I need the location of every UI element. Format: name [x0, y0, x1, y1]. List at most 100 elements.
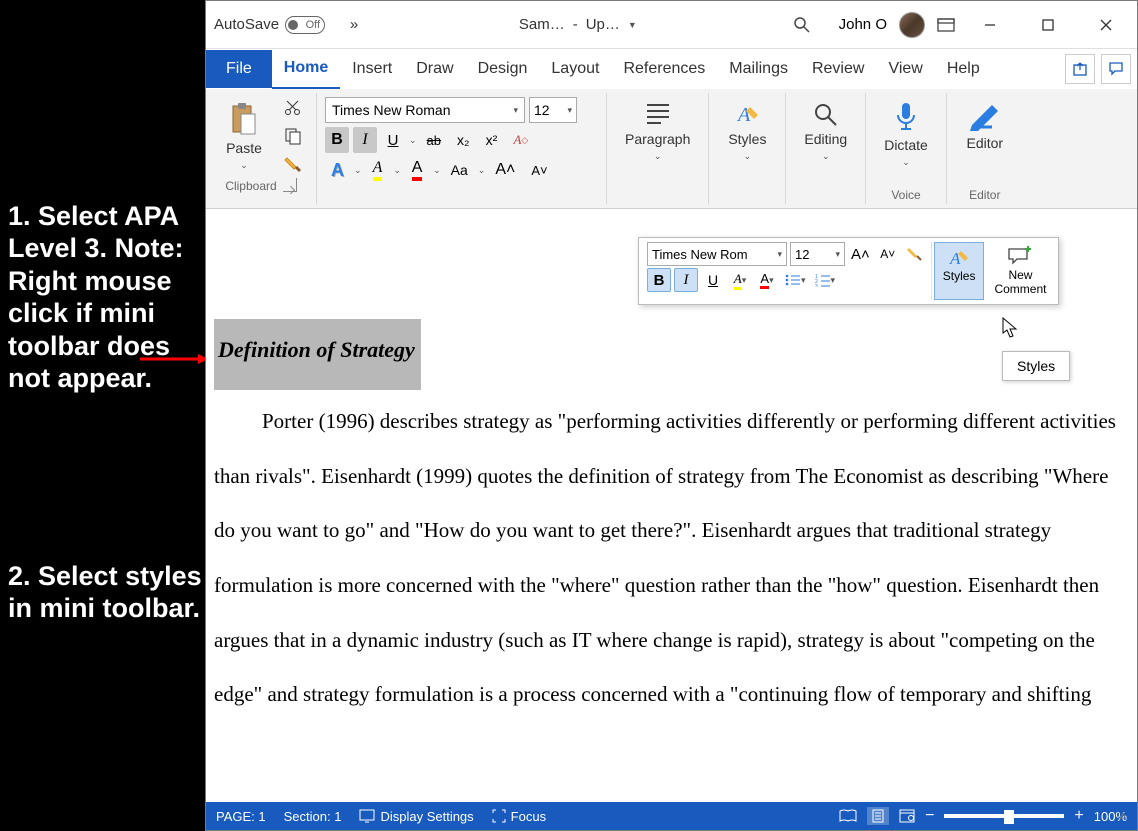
arrow-icon — [140, 354, 208, 364]
zoom-out-button[interactable]: − — [925, 807, 934, 825]
title-bar: AutoSave Off » Sam… - Up… ▼ John O — [206, 1, 1137, 49]
strike-button[interactable]: ab — [421, 127, 447, 153]
mini-styles-button[interactable]: A Styles — [934, 242, 985, 300]
grow-font-button[interactable]: A˄ — [489, 157, 521, 183]
mini-bold[interactable]: B — [647, 268, 671, 292]
tab-mailings[interactable]: Mailings — [717, 50, 800, 88]
mini-grow-font[interactable]: A˄ — [848, 242, 873, 266]
document-title[interactable]: Sam… - Up… ▼ — [371, 16, 785, 33]
clipboard-launcher[interactable] — [283, 178, 297, 192]
chevron-down-icon: ⌄ — [822, 151, 830, 162]
web-layout-button[interactable] — [899, 809, 915, 823]
zoom-slider[interactable] — [944, 814, 1064, 818]
read-mode-button[interactable] — [839, 809, 857, 823]
document-content: Definition of Strategy Porter (1996) des… — [214, 319, 1129, 722]
close-button[interactable] — [1083, 9, 1129, 41]
instruction-step-2: 2. Select styles in mini toolbar. — [8, 560, 203, 625]
dictate-button[interactable]: Dictate ⌄ — [874, 95, 938, 174]
group-clipboard: Paste ⌄ Clipboard — [206, 93, 317, 204]
text-effects-button[interactable]: A — [325, 157, 350, 183]
highlight-button[interactable]: A — [366, 157, 390, 183]
cut-button[interactable] — [278, 95, 308, 121]
avatar[interactable] — [899, 12, 925, 38]
shrink-font-button[interactable]: A˅ — [525, 157, 553, 183]
subscript-button[interactable]: x₂ — [451, 127, 475, 153]
tab-insert[interactable]: Insert — [340, 50, 404, 88]
display-icon — [359, 809, 375, 823]
editing-button[interactable]: Editing ⌄ — [794, 95, 857, 168]
copy-button[interactable] — [278, 123, 308, 149]
font-size-select[interactable]: 12▾ — [529, 97, 577, 123]
tab-draw[interactable]: Draw — [404, 50, 465, 88]
tab-design[interactable]: Design — [466, 50, 540, 88]
toggle-switch[interactable]: Off — [285, 16, 325, 34]
microphone-icon — [893, 101, 919, 133]
tab-layout[interactable]: Layout — [539, 50, 611, 88]
svg-text:A: A — [949, 249, 961, 268]
italic-button[interactable]: I — [353, 127, 377, 153]
autosave-toggle[interactable]: AutoSave Off — [214, 16, 325, 34]
bullets-icon — [785, 273, 801, 287]
mini-font-color[interactable]: A▾ — [755, 268, 779, 292]
instruction-step-1: 1. Select APA Level 3. Note: Right mouse… — [8, 200, 203, 394]
minimize-button[interactable] — [967, 9, 1013, 41]
mini-highlight[interactable]: A▾ — [728, 268, 752, 292]
comments-button[interactable] — [1101, 54, 1131, 84]
mini-size-select[interactable]: 12▾ — [790, 242, 845, 266]
collapse-ribbon-button[interactable]: ˄ — [1119, 808, 1127, 824]
status-page[interactable]: PAGE: 1 — [216, 809, 266, 824]
zoom-in-button[interactable]: + — [1074, 807, 1083, 825]
font-color-button[interactable]: A — [405, 157, 429, 183]
tab-home[interactable]: Home — [272, 49, 340, 90]
copy-icon — [284, 127, 302, 145]
focus-icon — [492, 809, 506, 823]
chevron-down-icon: ▼ — [628, 20, 637, 30]
paste-button[interactable]: Paste ⌄ — [214, 95, 274, 177]
tab-help[interactable]: Help — [935, 50, 992, 88]
status-section[interactable]: Section: 1 — [284, 809, 342, 824]
styles-button[interactable]: A Styles ⌄ — [717, 95, 777, 168]
display-settings-button[interactable]: Display Settings — [359, 809, 473, 824]
underline-button[interactable]: U — [381, 127, 405, 153]
svg-text:3: 3 — [815, 284, 818, 287]
selected-heading[interactable]: Definition of Strategy — [214, 319, 421, 390]
editor-icon — [968, 101, 1002, 131]
chevron-down-icon: ⌄ — [240, 160, 248, 171]
mini-numbering[interactable]: 123▾ — [812, 268, 839, 292]
mini-shrink-font[interactable]: A˅ — [876, 242, 900, 266]
scissors-icon — [284, 99, 302, 117]
tab-view[interactable]: View — [876, 50, 934, 88]
mini-format-painter[interactable] — [903, 242, 927, 266]
format-painter-button[interactable] — [278, 151, 308, 177]
superscript-button[interactable]: x² — [479, 127, 503, 153]
qat-overflow-icon[interactable]: » — [345, 16, 363, 34]
mini-italic[interactable]: I — [674, 268, 698, 292]
styles-icon: A — [946, 247, 972, 269]
brush-icon — [284, 155, 302, 173]
search-icon[interactable] — [793, 16, 811, 34]
focus-button[interactable]: Focus — [492, 809, 546, 824]
font-name-select[interactable]: Times New Roman▾ — [325, 97, 525, 123]
body-paragraph[interactable]: Porter (1996) describes strategy as "per… — [214, 394, 1129, 722]
editor-button[interactable]: Editor — [955, 95, 1015, 157]
tab-file[interactable]: File — [206, 50, 272, 88]
mini-new-comment-button[interactable]: New Comment — [986, 242, 1054, 300]
mini-underline[interactable]: U — [701, 268, 725, 292]
ribbon-display-icon[interactable] — [937, 16, 955, 34]
tab-references[interactable]: References — [611, 50, 717, 88]
tab-review[interactable]: Review — [800, 50, 876, 88]
mini-bullets[interactable]: ▾ — [782, 268, 809, 292]
print-layout-button[interactable] — [867, 807, 889, 825]
mini-font-select[interactable]: Times New Rom▾ — [647, 242, 787, 266]
share-button[interactable] — [1065, 54, 1095, 84]
chevron-down-icon: ⌄ — [744, 151, 752, 162]
user-name[interactable]: John O — [839, 16, 887, 33]
bold-button[interactable]: B — [325, 127, 349, 153]
new-comment-icon — [1007, 246, 1033, 268]
paragraph-button[interactable]: Paragraph ⌄ — [615, 95, 700, 168]
annotation-panel: 1. Select APA Level 3. Note: Right mouse… — [0, 0, 205, 831]
clear-format-button[interactable]: A◇ — [507, 127, 534, 153]
svg-text:A: A — [736, 104, 751, 126]
maximize-button[interactable] — [1025, 9, 1071, 41]
change-case-button[interactable]: Aa — [445, 157, 474, 183]
